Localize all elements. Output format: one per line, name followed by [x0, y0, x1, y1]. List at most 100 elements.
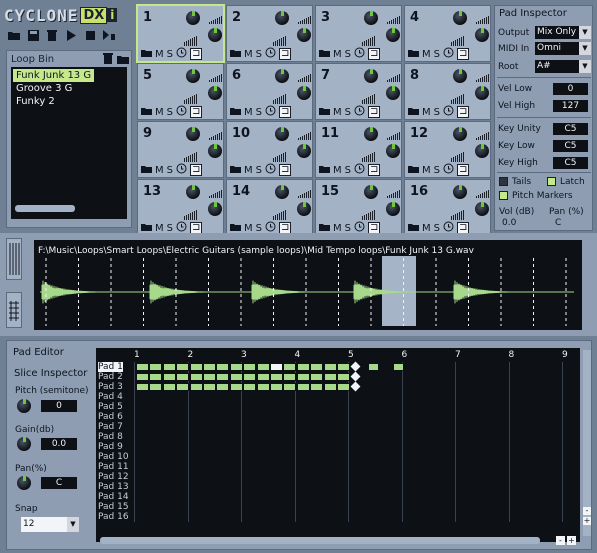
- loop-list-scrollbar[interactable]: [15, 205, 75, 212]
- slice-block[interactable]: [176, 383, 190, 391]
- pad-row-label[interactable]: Pad 1: [98, 362, 123, 372]
- clock-icon[interactable]: [354, 47, 365, 61]
- folder-icon[interactable]: [319, 164, 330, 176]
- pad-mute-button[interactable]: M: [422, 223, 431, 234]
- clock-icon[interactable]: [443, 163, 454, 177]
- slice-grid-hscroll[interactable]: [100, 537, 540, 544]
- zoom-out-h-button[interactable]: -: [556, 536, 565, 545]
- pad-solo-button[interactable]: S: [434, 165, 440, 176]
- pad-pan-knob[interactable]: [475, 202, 489, 216]
- pad-mute-button[interactable]: M: [155, 107, 164, 118]
- slice-block[interactable]: [162, 383, 176, 391]
- slice-block[interactable]: [310, 373, 324, 381]
- pad-15[interactable]: 15 M S ⊐: [315, 179, 402, 236]
- pad-volume-knob[interactable]: [364, 127, 378, 141]
- zoom-in-v-button[interactable]: +: [583, 517, 591, 525]
- slice-block[interactable]: [189, 373, 203, 381]
- folder-icon[interactable]: [141, 106, 152, 118]
- loop-icon[interactable]: ⊐: [457, 164, 470, 176]
- pad-pan-knob[interactable]: [475, 144, 489, 158]
- pad-row-label[interactable]: Pad 13: [98, 482, 129, 492]
- slice-block[interactable]: [243, 363, 257, 371]
- slice-block[interactable]: [337, 363, 350, 371]
- clock-icon[interactable]: [176, 163, 187, 177]
- loop-icon[interactable]: ⊐: [190, 106, 203, 118]
- clock-icon[interactable]: [443, 105, 454, 119]
- folder-open-icon[interactable]: [6, 28, 22, 42]
- pad-volume-knob[interactable]: [275, 69, 289, 83]
- pan-field[interactable]: C: [41, 477, 77, 489]
- pan-value[interactable]: C: [555, 218, 561, 228]
- pad-solo-button[interactable]: S: [434, 223, 440, 234]
- loop-item[interactable]: Groove 3 G: [13, 82, 75, 95]
- pad-pan-knob[interactable]: [475, 86, 489, 100]
- pad-mute-button[interactable]: M: [155, 223, 164, 234]
- pad-volume-knob[interactable]: [275, 127, 289, 141]
- folder-icon[interactable]: [408, 164, 419, 176]
- folder-icon[interactable]: [117, 54, 129, 64]
- pad-solo-button[interactable]: S: [167, 49, 173, 60]
- pad-12[interactable]: 12 M S ⊐: [404, 121, 491, 178]
- waveform-view-button[interactable]: [6, 238, 22, 280]
- pad-volume-knob[interactable]: [453, 11, 467, 25]
- folder-icon[interactable]: [230, 106, 241, 118]
- folder-icon[interactable]: [408, 106, 419, 118]
- pad-3[interactable]: 3 M S ⊐: [315, 5, 402, 62]
- stop-icon[interactable]: [82, 28, 98, 42]
- loop-icon[interactable]: ⊐: [190, 164, 203, 176]
- clock-icon[interactable]: [354, 163, 365, 177]
- pad-solo-button[interactable]: S: [167, 107, 173, 118]
- gain-field[interactable]: 0.0: [41, 438, 77, 450]
- vol-value[interactable]: 0.0: [502, 218, 516, 228]
- pad-pan-knob[interactable]: [208, 202, 222, 216]
- trash-icon[interactable]: [103, 53, 115, 64]
- zoom-out-v-button[interactable]: -: [583, 507, 591, 515]
- slice-block[interactable]: [176, 373, 190, 381]
- slice-block[interactable]: [283, 363, 297, 371]
- pad-row-label[interactable]: Pad 14: [98, 492, 129, 502]
- slice-block[interactable]: [229, 373, 243, 381]
- pad-row-label[interactable]: Pad 12: [98, 472, 129, 482]
- pad-mute-button[interactable]: M: [422, 165, 431, 176]
- slice-block[interactable]: [136, 383, 149, 391]
- pad-pan-knob[interactable]: [208, 144, 222, 158]
- pad-solo-button[interactable]: S: [345, 223, 351, 234]
- slice-block[interactable]: [323, 383, 337, 391]
- pitch-field[interactable]: 0: [41, 400, 77, 412]
- pad-pan-knob[interactable]: [386, 86, 400, 100]
- snap-select[interactable]: 12 ▼: [21, 517, 79, 532]
- pad-volume-knob[interactable]: [186, 11, 200, 25]
- pad-13[interactable]: 13 M S ⊐: [137, 179, 224, 236]
- pad-row-label[interactable]: Pad 15: [98, 502, 129, 512]
- slice-block[interactable]: [203, 383, 216, 391]
- pad-16[interactable]: 16 M S ⊐: [404, 179, 491, 236]
- pad-solo-button[interactable]: S: [345, 107, 351, 118]
- key-high-field[interactable]: C5: [553, 157, 588, 169]
- clock-icon[interactable]: [354, 105, 365, 119]
- key-unity-field[interactable]: C5: [553, 123, 588, 135]
- slice-block[interactable]: [270, 383, 283, 391]
- tails-checkbox[interactable]: [499, 177, 508, 186]
- pad-mute-button[interactable]: M: [244, 165, 253, 176]
- clock-icon[interactable]: [176, 47, 187, 61]
- pad-row-label[interactable]: Pad 4: [98, 392, 123, 402]
- latch-checkbox[interactable]: [547, 177, 556, 186]
- pad-volume-knob[interactable]: [186, 127, 200, 141]
- pad-solo-button[interactable]: S: [167, 165, 173, 176]
- pitch-markers-checkbox[interactable]: [499, 191, 508, 200]
- pad-row-label[interactable]: Pad 11: [98, 462, 129, 472]
- pad-solo-button[interactable]: S: [345, 165, 351, 176]
- pad-pan-knob[interactable]: [386, 28, 400, 42]
- pad-solo-button[interactable]: S: [434, 107, 440, 118]
- pad-mute-button[interactable]: M: [333, 223, 342, 234]
- pad-4[interactable]: 4 M S ⊐: [404, 5, 491, 62]
- loop-item[interactable]: Funk Junk 13 G: [13, 69, 95, 82]
- pad-11[interactable]: 11 M S ⊐: [315, 121, 402, 178]
- pad-9[interactable]: 9 M S ⊐: [137, 121, 224, 178]
- slice-block[interactable]: [393, 363, 404, 371]
- folder-icon[interactable]: [141, 164, 152, 176]
- gain-knob[interactable]: [17, 437, 31, 451]
- slice-block[interactable]: [136, 373, 149, 381]
- slice-block[interactable]: [337, 383, 350, 391]
- pad-solo-button[interactable]: S: [256, 49, 262, 60]
